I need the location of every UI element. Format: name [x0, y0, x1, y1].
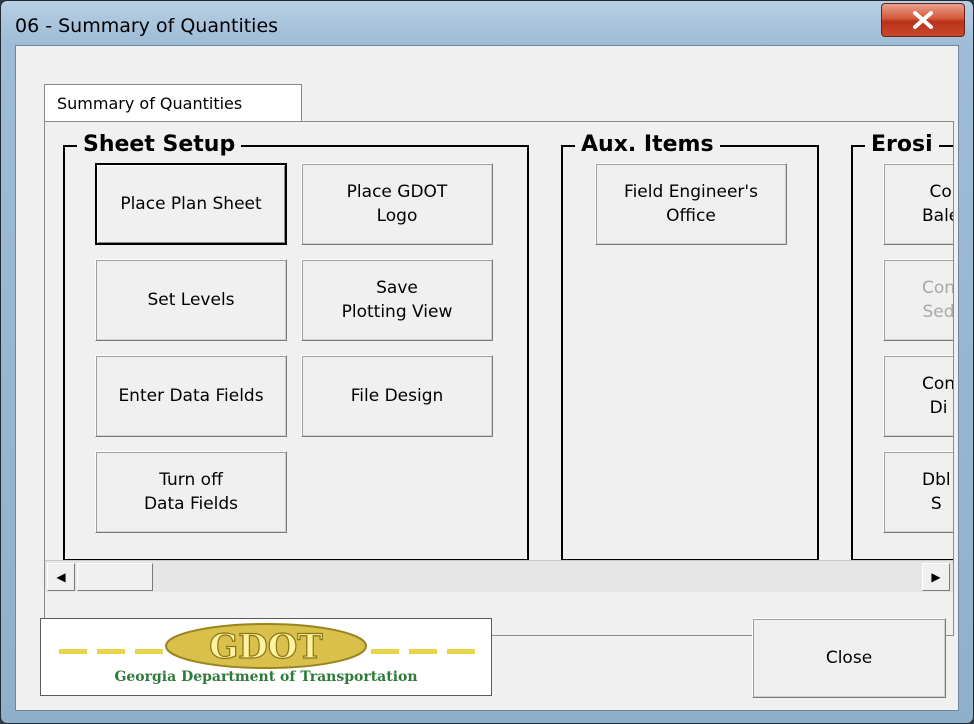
place-gdot-logo-button[interactable]: Place GDOT Logo — [301, 163, 493, 245]
scroll-right-button[interactable]: ▶ — [922, 563, 950, 591]
erosion-button-1[interactable]: Co Bale — [883, 163, 953, 245]
close-icon — [913, 11, 933, 29]
close-button[interactable]: Close — [752, 618, 946, 698]
place-plan-sheet-button[interactable]: Place Plan Sheet — [95, 163, 287, 245]
gdot-logo-text: GDOT — [209, 627, 322, 667]
gdot-logo-caption: Georgia Department of Transportation — [114, 669, 418, 685]
window-title: 06 - Summary of Quantities — [15, 15, 279, 37]
save-plotting-view-button[interactable]: Save Plotting View — [301, 259, 493, 341]
scrollbar-thumb[interactable] — [77, 563, 153, 591]
set-levels-button[interactable]: Set Levels — [95, 259, 287, 341]
gdot-logo-mark: GDOT — [59, 623, 475, 669]
title-bar[interactable]: 06 - Summary of Quantities — [1, 1, 973, 43]
file-design-button[interactable]: File Design — [301, 355, 493, 437]
arrow-left-icon: ◀ — [56, 570, 66, 584]
arrow-right-icon: ▶ — [931, 570, 941, 584]
dialog-window: 06 - Summary of Quantities Summary of Qu… — [0, 0, 974, 724]
field-engineers-office-button[interactable]: Field Engineer's Office — [595, 163, 787, 245]
horizontal-scrollbar[interactable]: ◀ ▶ — [45, 560, 953, 592]
turn-off-data-fields-button[interactable]: Turn off Data Fields — [95, 451, 287, 533]
dialog-client-area: Summary of Quantities Sheet Setup Place … — [15, 45, 959, 711]
scroll-left-button[interactable]: ◀ — [47, 563, 75, 591]
tab-page: Sheet Setup Place Plan Sheet Place GDOT … — [44, 121, 954, 636]
erosion-button-4[interactable]: Dbl S — [883, 451, 953, 533]
sheet-setup-title: Sheet Setup — [77, 132, 242, 158]
enter-data-fields-button[interactable]: Enter Data Fields — [95, 355, 287, 437]
gdot-logo: GDOT Georgia Department of Transportatio… — [40, 618, 492, 696]
aux-items-title: Aux. Items — [575, 132, 720, 158]
window-close-button[interactable] — [881, 3, 965, 37]
erosion-button-2[interactable]: Con Sed — [883, 259, 953, 341]
erosion-title: Erosi — [865, 132, 939, 158]
tab-summary-of-quantities[interactable]: Summary of Quantities — [44, 84, 302, 122]
erosion-button-3[interactable]: Con Di — [883, 355, 953, 437]
